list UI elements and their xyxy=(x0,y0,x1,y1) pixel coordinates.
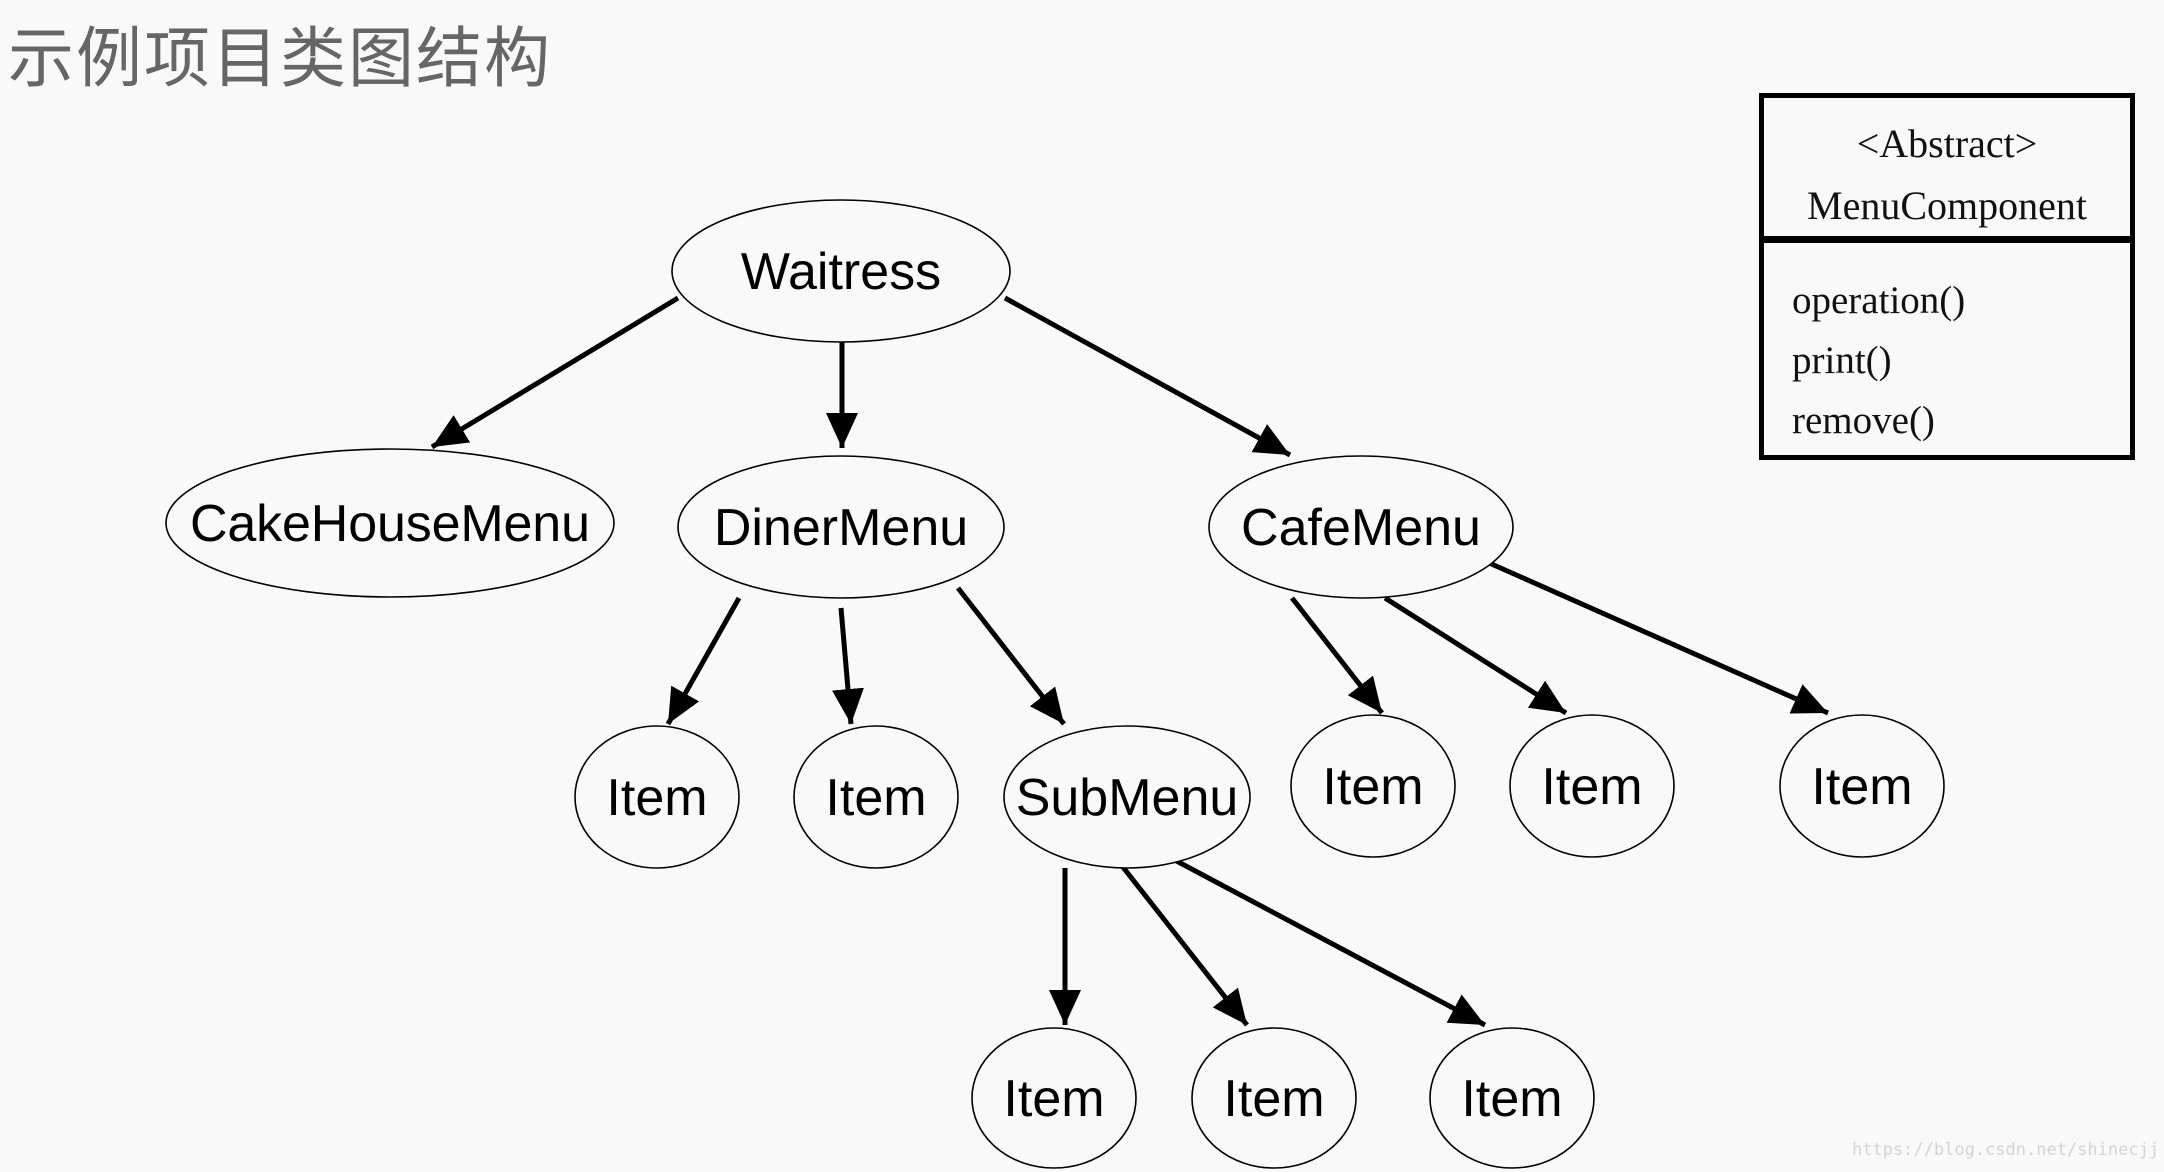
node-label: Item xyxy=(1322,758,1423,816)
edge-arrow-waitress-to-cakehousemenu xyxy=(430,295,680,450)
watermark: https://blog.csdn.net/shinecjj xyxy=(1852,1140,2160,1160)
edge-arrow-dinermenu-to-diner-item-1 xyxy=(665,596,742,726)
node-label: DinerMenu xyxy=(714,499,968,557)
edge-arrow-dinermenu-to-submenu xyxy=(956,586,1066,726)
edge-arrow-submenu-to-sub-item-2 xyxy=(1113,855,1249,1027)
edge-arrow-cafemenu-to-cafe-item-2 xyxy=(1383,595,1568,716)
uml-class-box: <Abstract> MenuComponent operation() pri… xyxy=(1759,93,2135,460)
node-label: Waitress xyxy=(741,243,941,301)
uml-method: operation() xyxy=(1792,279,1966,322)
edges xyxy=(430,295,1830,1028)
node-label: CakeHouseMenu xyxy=(190,495,590,553)
node-cafe-item-2: Item xyxy=(1509,714,1675,858)
node-waitress: Waitress xyxy=(671,199,1011,343)
node-sub-item-1: Item xyxy=(971,1027,1137,1169)
nodes: Waitress CakeHouseMenu DinerMenu CafeMenu It… xyxy=(165,199,1945,1169)
node-label: Item xyxy=(606,769,707,827)
uml-method: remove() xyxy=(1792,399,1935,442)
node-label: Item xyxy=(1003,1070,1104,1128)
node-label: Item xyxy=(1461,1070,1562,1128)
edge-arrow-waitress-to-cafemenu xyxy=(1003,295,1292,458)
uml-methods: operation() print() remove() xyxy=(1764,243,2130,451)
node-sub-item-3: Item xyxy=(1429,1027,1595,1169)
node-label: Item xyxy=(1541,758,1642,816)
node-label: Item xyxy=(1811,758,1912,816)
uml-class-name: MenuComponent xyxy=(1807,183,2087,228)
edge-arrow-submenu-to-sub-item-3 xyxy=(1167,854,1487,1028)
node-dinermenu: DinerMenu xyxy=(677,455,1005,599)
node-diner-item-2: Item xyxy=(793,725,959,869)
edge-arrow-cafemenu-to-cafe-item-3 xyxy=(1485,559,1830,716)
edge-arrow-cafemenu-to-cafe-item-1 xyxy=(1290,596,1384,715)
uml-method: print() xyxy=(1792,339,1892,382)
node-cakehousemenu: CakeHouseMenu xyxy=(165,448,615,598)
uml-class-header: <Abstract> MenuComponent xyxy=(1764,98,2130,243)
node-label: SubMenu xyxy=(1016,769,1239,827)
node-cafe-item-1: Item xyxy=(1290,714,1456,858)
node-label: CafeMenu xyxy=(1241,499,1481,557)
node-cafemenu: CafeMenu xyxy=(1208,455,1514,599)
node-submenu: SubMenu xyxy=(1003,725,1251,869)
edge-arrow-dinermenu-to-diner-item-2 xyxy=(832,607,864,725)
node-label: Item xyxy=(825,769,926,827)
node-label: Item xyxy=(1223,1070,1324,1128)
uml-stereotype: <Abstract> xyxy=(1856,121,2038,166)
node-sub-item-2: Item xyxy=(1191,1027,1357,1169)
node-cafe-item-3: Item xyxy=(1779,714,1945,858)
node-diner-item-1: Item xyxy=(574,725,740,869)
